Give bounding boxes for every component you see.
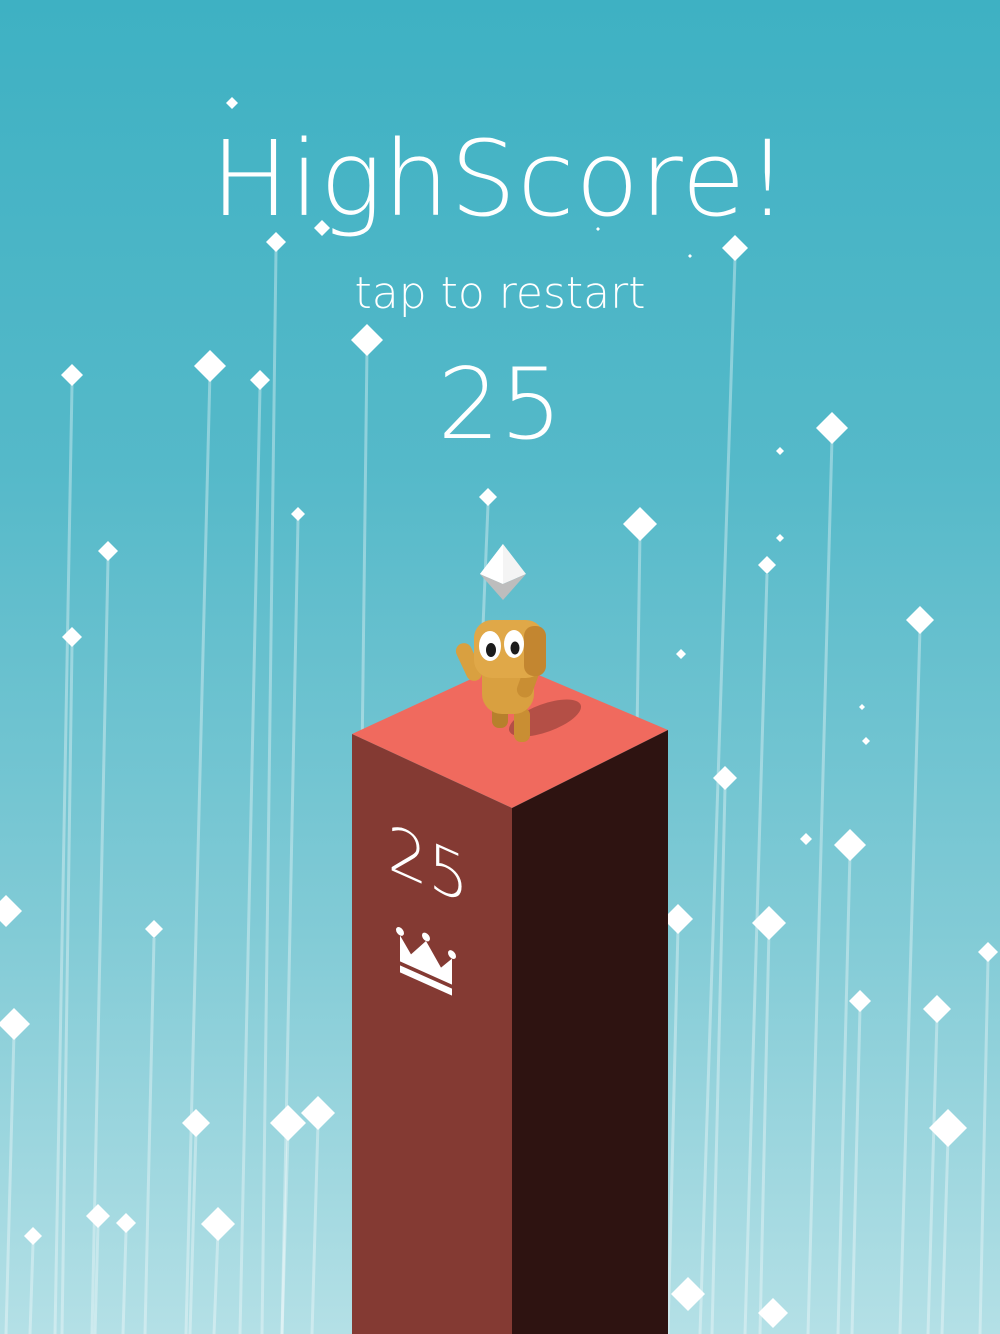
gem-icon <box>480 544 526 600</box>
pillar-right-face <box>512 730 668 1334</box>
pillar: 25 <box>352 662 668 1334</box>
pillar-left-face <box>352 734 512 1334</box>
game-world: 25 <box>352 544 668 1334</box>
game-scene[interactable]: HighScore! tap to restart 25 25 <box>0 0 1000 1334</box>
